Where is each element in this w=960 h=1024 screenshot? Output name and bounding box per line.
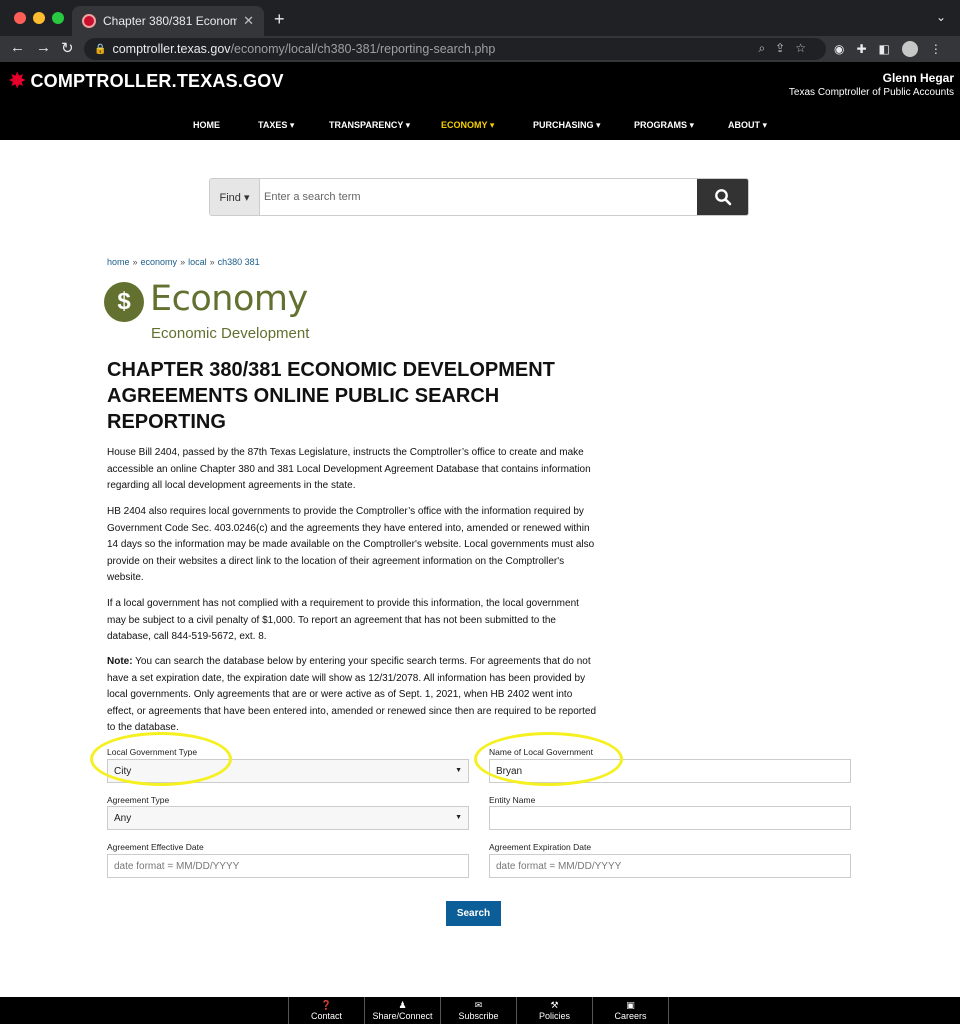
effective-date-placeholder: date format = MM/DD/YYYY	[114, 860, 240, 872]
agreement-type-value: Any	[114, 812, 132, 824]
expiration-date-placeholder: date format = MM/DD/YYYY	[496, 860, 622, 872]
note-label: Note:	[107, 656, 133, 667]
favicon-icon	[82, 14, 96, 28]
footer-subscribe[interactable]: ✉ Subscribe	[440, 997, 516, 1024]
logo-text: COMPTROLLER.TEXAS.GOV	[30, 70, 284, 91]
new-tab-icon[interactable]: +	[274, 9, 285, 30]
footer-label: Careers	[614, 1011, 647, 1021]
nav-home[interactable]: HOME	[193, 120, 220, 130]
url-path: /economy/local/ch380-381/reporting-searc…	[230, 42, 496, 56]
intro-paragraph: House Bill 2404, passed by the 87th Texa…	[107, 447, 591, 492]
star-logo-icon: ✸	[8, 68, 27, 93]
breadcrumb-economy[interactable]: economy	[141, 257, 178, 267]
highlight-gov-type	[90, 732, 232, 786]
highlight-gov-name	[474, 732, 623, 786]
effective-date-label: Agreement Effective Date	[107, 842, 204, 852]
omnibox-action-icons[interactable]: ⌕⇪☆	[758, 41, 816, 56]
select-caret-icon: ▼	[455, 767, 462, 774]
briefcase-icon: ▣	[626, 1000, 635, 1010]
footer-careers[interactable]: ▣ Careers	[592, 997, 668, 1024]
section-title: Economy	[150, 279, 308, 319]
question-icon: ❓	[320, 1000, 333, 1010]
footer-share-connect[interactable]: ♟ Share/Connect	[364, 997, 440, 1024]
footer-policies[interactable]: ⚒ Policies	[516, 997, 592, 1024]
penalty-paragraph: If a local government has not complied w…	[107, 598, 579, 643]
forward-arrow-icon[interactable]: →	[36, 39, 51, 56]
gavel-icon: ⚒	[550, 1000, 559, 1010]
expiration-date-field[interactable]: date format = MM/DD/YYYY	[489, 854, 851, 878]
footer-contact[interactable]: ❓ Contact	[288, 997, 364, 1024]
officer-block: Glenn Hegar Texas Comptroller of Public …	[789, 71, 954, 98]
footer-label: Policies	[538, 1011, 570, 1021]
nav-transparency[interactable]: TRANSPARENCY ▾	[329, 120, 410, 131]
close-window-button[interactable]	[14, 12, 26, 24]
url-host: comptroller.texas.gov	[112, 42, 231, 56]
breadcrumb-ch380[interactable]: ch380 381	[218, 257, 260, 267]
footer-divider	[668, 997, 669, 1024]
close-tab-icon[interactable]: ✕	[243, 13, 254, 29]
breadcrumb: home» economy» local» ch380 381	[107, 257, 260, 267]
agreement-type-label: Agreement Type	[107, 795, 170, 805]
note-text: You can search the database below by ent…	[107, 656, 597, 734]
site-logo[interactable]: ✸ COMPTROLLER.TEXAS.GOV	[8, 70, 284, 92]
page-title: CHAPTER 380/381 ECONOMIC DEVELOPMENT AGR…	[107, 359, 555, 433]
search-input[interactable]	[260, 179, 697, 215]
tab-title: Chapter 380/381 Economic De	[103, 14, 238, 28]
nav-taxes[interactable]: TAXES ▾	[258, 120, 294, 131]
footer-label: Subscribe	[458, 1011, 499, 1021]
nav-programs[interactable]: PROGRAMS ▾	[634, 120, 694, 131]
minimize-window-button[interactable]	[33, 12, 45, 24]
main-nav: HOME TAXES ▾ TRANSPARENCY ▾ ECONOMY ▾ PU…	[0, 120, 960, 134]
breadcrumb-local[interactable]: local	[188, 257, 207, 267]
nav-about[interactable]: ABOUT ▾	[728, 120, 767, 131]
officer-name: Glenn Hegar	[882, 71, 954, 85]
agreement-type-select[interactable]: Any ▼	[107, 806, 469, 830]
search-button[interactable]	[697, 179, 748, 215]
tab-search-chevron-icon[interactable]: ⌄	[936, 10, 946, 24]
nav-purchasing[interactable]: PURCHASING ▾	[533, 120, 601, 131]
officer-title: Texas Comptroller of Public Accounts	[788, 87, 954, 98]
extension-icon[interactable]: ◉	[834, 42, 844, 56]
footer-label: Share/Connect	[372, 1011, 433, 1021]
puzzle-icon[interactable]: ✚	[856, 42, 866, 56]
requirements-paragraph: HB 2404 also requires local governments …	[107, 506, 595, 584]
back-arrow-icon[interactable]: ←	[10, 39, 25, 56]
expiration-date-label: Agreement Expiration Date	[489, 842, 592, 852]
address-bar-row: ← → ↻ 🔒 comptroller.texas.gov /economy/l…	[0, 36, 960, 62]
section-subtitle: Economic Development	[151, 325, 310, 342]
person-icon: ♟	[398, 1000, 407, 1010]
find-dropdown[interactable]: Find ▾	[210, 179, 260, 215]
footer-label: Contact	[310, 1011, 343, 1021]
browser-tab-bar: Chapter 380/381 Economic De ✕ + ⌄	[0, 0, 960, 36]
sidepanel-icon[interactable]: ◧	[879, 42, 890, 56]
note-paragraph: Note: You can search the database below …	[107, 654, 599, 734]
url-field[interactable]: 🔒 comptroller.texas.gov /economy/local/c…	[84, 38, 826, 60]
kebab-menu-icon[interactable]: ⋮	[930, 42, 942, 56]
extension-toolbar: ◉ ✚ ◧ ⋮	[834, 41, 942, 57]
search-submit-button[interactable]: Search	[446, 901, 501, 926]
envelope-icon: ✉	[474, 1000, 483, 1010]
entity-name-label: Entity Name	[489, 795, 536, 805]
site-footer: ❓ Contact ♟ Share/Connect ✉ Subscribe ⚒ …	[0, 997, 960, 1024]
breadcrumb-home[interactable]: home	[107, 257, 130, 267]
maximize-window-button[interactable]	[52, 12, 64, 24]
reload-icon[interactable]: ↻	[61, 39, 74, 57]
profile-avatar[interactable]	[901, 41, 918, 57]
search-icon	[714, 189, 731, 206]
site-header: ✸ COMPTROLLER.TEXAS.GOV Glenn Hegar Texa…	[0, 62, 960, 140]
lock-icon: 🔒	[94, 43, 107, 55]
site-search: Find ▾	[209, 178, 749, 216]
select-caret-icon: ▼	[455, 814, 462, 821]
browser-tab[interactable]: Chapter 380/381 Economic De ✕	[72, 6, 264, 36]
dollar-icon: $	[104, 282, 144, 322]
entity-name-field[interactable]	[489, 806, 851, 830]
nav-economy[interactable]: ECONOMY ▾	[441, 120, 494, 131]
effective-date-field[interactable]: date format = MM/DD/YYYY	[107, 854, 469, 878]
